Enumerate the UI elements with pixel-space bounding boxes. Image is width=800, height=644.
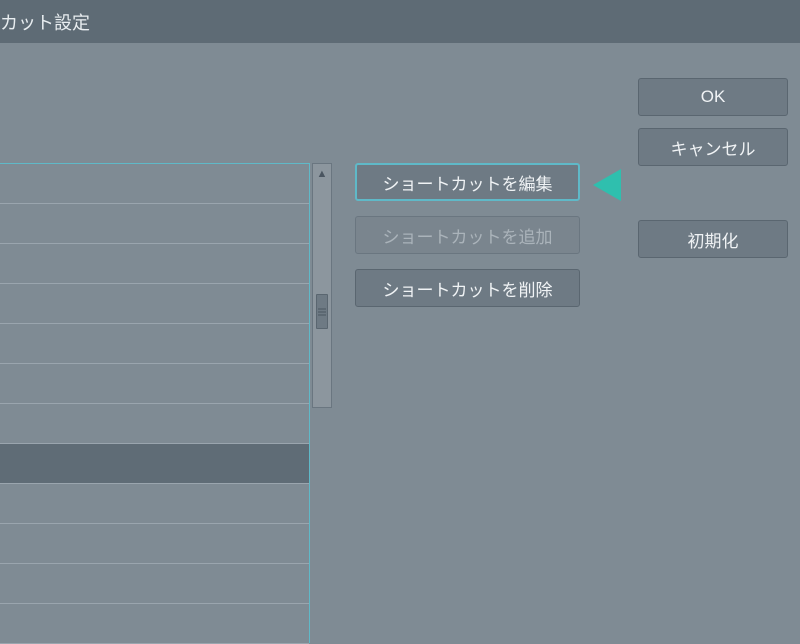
list-item[interactable] <box>0 204 309 244</box>
reset-button[interactable]: 初期化 <box>638 220 788 258</box>
ok-button[interactable]: OK <box>638 78 788 116</box>
scroll-up-arrow-icon[interactable]: ▲ <box>313 164 331 184</box>
cancel-button[interactable]: キャンセル <box>638 128 788 166</box>
list-item[interactable] <box>0 364 309 404</box>
shortcut-list <box>0 164 309 642</box>
list-item[interactable] <box>0 164 309 204</box>
shortcut-action-buttons: ショートカットを編集 ショートカットを追加 ショートカットを削除 <box>355 163 580 307</box>
list-item[interactable] <box>0 484 309 524</box>
list-item[interactable] <box>0 284 309 324</box>
dialog-confirm-buttons: OK キャンセル <box>638 78 788 166</box>
list-item[interactable] <box>0 564 309 604</box>
dialog-titlebar: カット設定 <box>0 0 800 43</box>
list-item[interactable] <box>0 324 309 364</box>
tutorial-pointer-icon <box>593 169 621 201</box>
list-item-selected[interactable] <box>0 444 309 484</box>
list-item[interactable] <box>0 524 309 564</box>
list-item[interactable] <box>0 404 309 444</box>
list-item[interactable] <box>0 604 309 644</box>
dialog-title: カット設定 <box>0 9 90 35</box>
add-shortcut-button: ショートカットを追加 <box>355 216 580 254</box>
scroll-handle[interactable] <box>316 294 328 329</box>
list-scrollbar[interactable]: ▲ <box>312 163 332 408</box>
delete-shortcut-button[interactable]: ショートカットを削除 <box>355 269 580 307</box>
dialog-body: ▲ ショートカットを編集 ショートカットを追加 ショートカットを削除 OK キャ… <box>0 43 800 600</box>
list-item[interactable] <box>0 244 309 284</box>
dialog-reset-group: 初期化 <box>638 220 788 258</box>
edit-shortcut-button[interactable]: ショートカットを編集 <box>355 163 580 201</box>
shortcut-list-panel <box>0 163 310 643</box>
